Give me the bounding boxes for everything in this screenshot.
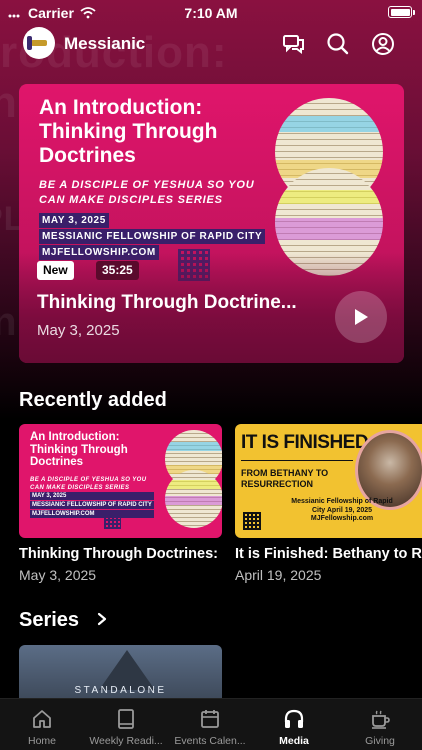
calendar-icon <box>201 710 219 728</box>
hero-art-subtitle: BE A DISCIPLE OF YESHUA SO YOU CAN MAKE … <box>39 179 255 206</box>
recently-added-heading: Recently added <box>19 389 167 411</box>
account-icon[interactable] <box>370 31 396 57</box>
tab-bar: Home Weekly Readi... Events Calen... Med… <box>0 698 422 750</box>
series-label: STANDALONE <box>74 685 167 696</box>
tab-label: Giving <box>365 735 395 747</box>
hero-art-date: MAY 3, 2025 <box>39 213 109 228</box>
media-card[interactable]: An Introduction: Thinking Through Doctri… <box>19 424 222 583</box>
home-icon <box>33 710 51 728</box>
media-thumbnail: An Introduction: Thinking Through Doctri… <box>19 424 222 538</box>
thumbnail-art-meta: MAY 3, 2025 MESSIANIC FELLOWSHIP OF RAPI… <box>30 492 154 519</box>
chat-icon[interactable] <box>281 31 307 57</box>
thumbnail-art-date: MAY 3, 2025 <box>30 492 154 500</box>
duration-badge: 35:25 <box>96 261 139 280</box>
tab-events-calendar[interactable]: Events Calen... <box>168 699 252 750</box>
status-time: 7:10 AM <box>184 5 238 21</box>
church-logo[interactable] <box>23 27 55 59</box>
qr-code-icon <box>104 512 121 529</box>
battery-icon <box>388 6 415 18</box>
thumbnail-art-subtitle: BE A DISCIPLE OF YESHUA SO YOU CAN MAKE … <box>30 477 147 491</box>
hero-art-title: An Introduction: Thinking Through Doctri… <box>39 96 218 167</box>
thumbnail-art-info: Messianic Fellowship of Rapid City April… <box>291 498 393 522</box>
tab-giving[interactable]: Giving <box>338 699 422 750</box>
thumbnail-art-title: IT IS FINISHED <box>241 432 369 453</box>
featured-media-card[interactable]: An Introduction: Thinking Through Doctri… <box>19 84 404 363</box>
media-title: Thinking Through Doctrines: <box>19 546 218 562</box>
play-button[interactable] <box>335 291 387 343</box>
series-heading[interactable]: Series <box>19 609 79 632</box>
series-card[interactable]: STANDALONE <box>19 645 222 705</box>
tab-home[interactable]: Home <box>0 699 84 750</box>
tab-weekly-reading[interactable]: Weekly Readi... <box>84 699 168 750</box>
book-icon <box>118 709 134 729</box>
headphones-icon <box>284 709 304 728</box>
media-date: April 19, 2025 <box>235 567 322 583</box>
qr-code-icon <box>243 512 261 530</box>
media-thumbnail: IT IS FINISHED FROM BETHANY TO RESURRECT… <box>235 424 422 538</box>
app-header: Messianic <box>0 26 422 62</box>
bible-page-image <box>275 98 387 278</box>
thumbnail-art-site: MJFELLOWSHIP.COM <box>30 510 154 518</box>
hero-art-church: MESSIANIC FELLOWSHIP OF RAPID CITY <box>39 229 266 244</box>
coffee-cup-icon <box>372 710 390 729</box>
media-title: It is Finished: Bethany to Re <box>235 546 422 562</box>
tab-label: Events Calen... <box>174 735 246 747</box>
new-badge: New <box>37 261 74 280</box>
app-title: Messianic <box>64 34 146 53</box>
mountain-image <box>99 650 155 690</box>
thumbnail-art-church: MESSIANIC FELLOWSHIP OF RAPID CITY <box>30 501 154 509</box>
thumbnail-art-title: An Introduction: Thinking Through Doctri… <box>30 431 128 468</box>
thumbnail-art-subtitle: FROM BETHANY TO RESURRECTION <box>241 468 329 489</box>
chevron-right-icon[interactable] <box>95 611 109 627</box>
tab-media[interactable]: Media <box>252 699 336 750</box>
hero-date: May 3, 2025 <box>37 322 120 339</box>
search-icon[interactable] <box>325 31 351 57</box>
media-card[interactable]: IT IS FINISHED FROM BETHANY TO RESURRECT… <box>235 424 422 583</box>
media-date: May 3, 2025 <box>19 567 97 583</box>
status-bar: Carrier 7:10 AM <box>0 0 422 26</box>
tab-label: Weekly Readi... <box>89 735 163 747</box>
tab-label: Home <box>27 735 56 747</box>
hero-title: Thinking Through Doctrine... <box>37 292 297 313</box>
play-icon <box>355 309 368 325</box>
tab-label: Media <box>279 735 309 747</box>
